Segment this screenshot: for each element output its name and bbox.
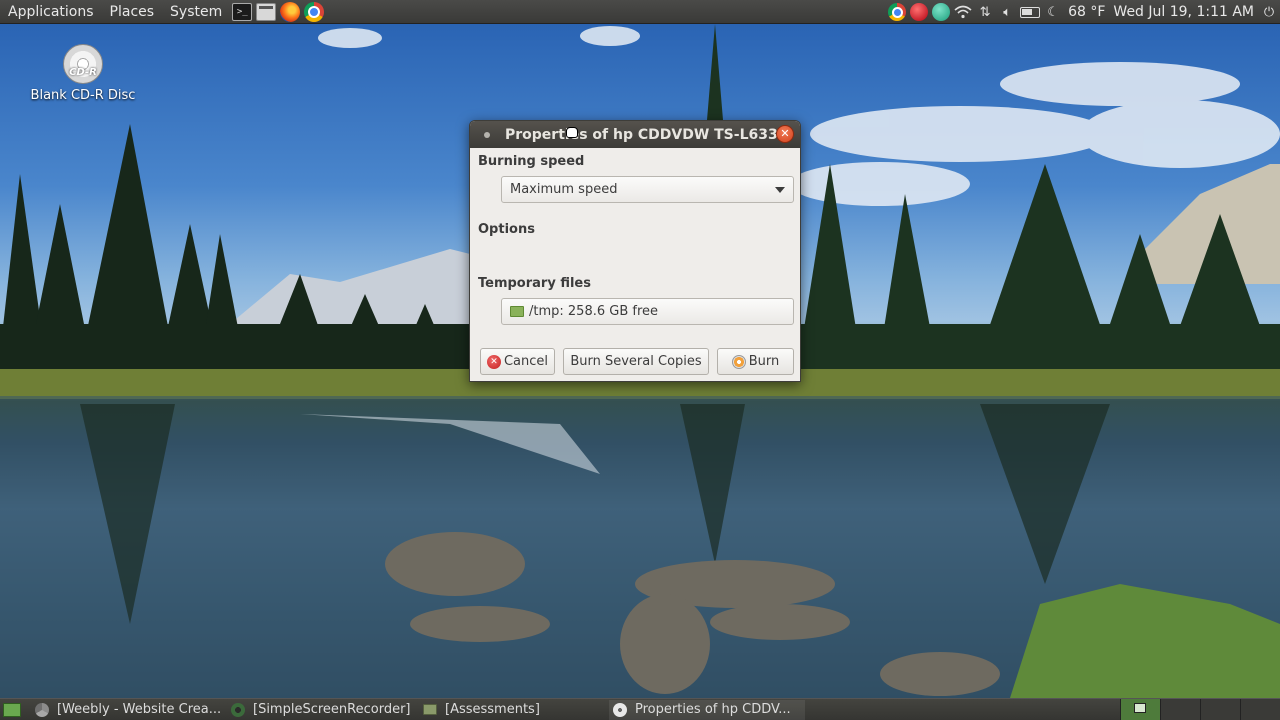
close-icon[interactable]: ✕ [776,125,794,143]
workspace-switcher [1120,699,1280,720]
desktop-icon-blank-cd[interactable]: CD-R Blank CD-R Disc [22,44,144,103]
burn-disc-icon [731,354,746,369]
applications-menu[interactable]: Applications [0,0,102,24]
battery-icon[interactable] [1020,6,1041,18]
dialog-body: Burning speed Maximum speed Options Temp… [470,148,800,381]
speaker-icon[interactable]: 🔈︎ [998,3,1016,21]
show-desktop-icon[interactable] [3,702,21,717]
taskbar-item-screenrecorder[interactable]: [SimpleScreenRecorder] [227,700,419,720]
cancel-button-label: Cancel [503,354,549,369]
cancel-button[interactable]: ✕ Cancel [480,348,555,375]
network-up-down-icon[interactable]: ⇅ [976,3,994,21]
cancel-icon: ✕ [486,354,501,369]
temporary-files-select[interactable]: /tmp: 258.6 GB free [501,298,794,325]
burn-several-copies-label: Burn Several Copies [570,354,702,369]
weather-temperature[interactable]: 68 °F [1064,4,1109,20]
chevron-down-icon [775,187,785,193]
system-menu[interactable]: System [162,0,230,24]
window-icon[interactable] [256,2,277,21]
terminal-icon[interactable]: >_ [232,2,253,21]
dialog-title: Properties of hp CDDVDW TS-L633R [505,126,789,143]
dialog-titlebar[interactable]: Properties of hp CDDVDW TS-L633R ✕ [470,121,800,148]
workspace-1[interactable] [1120,699,1160,720]
temporary-files-value: /tmp: 258.6 GB free [529,304,659,319]
burn-several-copies-button[interactable]: Burn Several Copies [563,348,709,375]
workspace-4[interactable] [1240,699,1280,720]
taskbar-item-label: Properties of hp CDDV... [635,702,791,717]
burning-speed-value: Maximum speed [510,182,618,197]
temporary-files-heading: Temporary files [478,276,591,291]
taskbar-item-weebly[interactable]: [Weebly - Website Crea... [31,700,227,720]
desktop-icon-label: Blank CD-R Disc [30,88,136,103]
cd-disc-icon: CD-R [63,44,103,84]
burn-button[interactable]: Burn [717,348,794,375]
window-menu-icon[interactable] [481,129,493,141]
properties-dialog: Properties of hp CDDVDW TS-L633R ✕ Burni… [469,120,801,382]
clock[interactable]: Wed Jul 19, 1:11 AM [1109,4,1258,20]
folder-icon [423,704,437,715]
taskbar-item-label: [Weebly - Website Crea... [57,702,222,717]
mouse-cursor-icon [566,127,578,138]
panel-tray: ⇅ 🔈︎ ☾ 68 °F Wed Jul 19, 1:11 AM ⏻ [886,0,1280,24]
options-heading: Options [478,222,535,237]
teal-app-tray-icon[interactable] [932,3,951,21]
moon-icon: ☾ [1047,4,1059,20]
folder-icon [510,306,524,317]
power-icon[interactable]: ⏻ [1260,3,1278,21]
chrome-icon [35,702,49,717]
top-panel: Applications Places System >_ ⇅ 🔈︎ ☾ 68 … [0,0,1280,24]
workspace-3[interactable] [1200,699,1240,720]
burning-speed-heading: Burning speed [478,154,585,169]
firefox-icon[interactable] [280,1,301,22]
taskbar-item-assessments[interactable]: [Assessments] [419,700,609,720]
chrome-tray-icon[interactable] [888,3,907,21]
burning-speed-select[interactable]: Maximum speed [501,176,794,203]
taskbar-item-label: [SimpleScreenRecorder] [253,702,411,717]
taskbar-item-label: [Assessments] [445,702,540,717]
taskbar-item-properties[interactable]: Properties of hp CDDV... [609,699,805,720]
burn-button-label: Burn [748,354,780,369]
workspace-2[interactable] [1160,699,1200,720]
cd-badge: CD-R [69,67,97,78]
cd-icon [613,702,627,717]
wifi-icon[interactable] [954,3,972,21]
bottom-taskbar: [Weebly - Website Crea... [SimpleScreenR… [0,698,1280,720]
places-menu[interactable]: Places [102,0,163,24]
red-app-tray-icon[interactable] [910,3,929,21]
recorder-icon [231,702,245,717]
chrome-icon[interactable] [304,1,325,22]
